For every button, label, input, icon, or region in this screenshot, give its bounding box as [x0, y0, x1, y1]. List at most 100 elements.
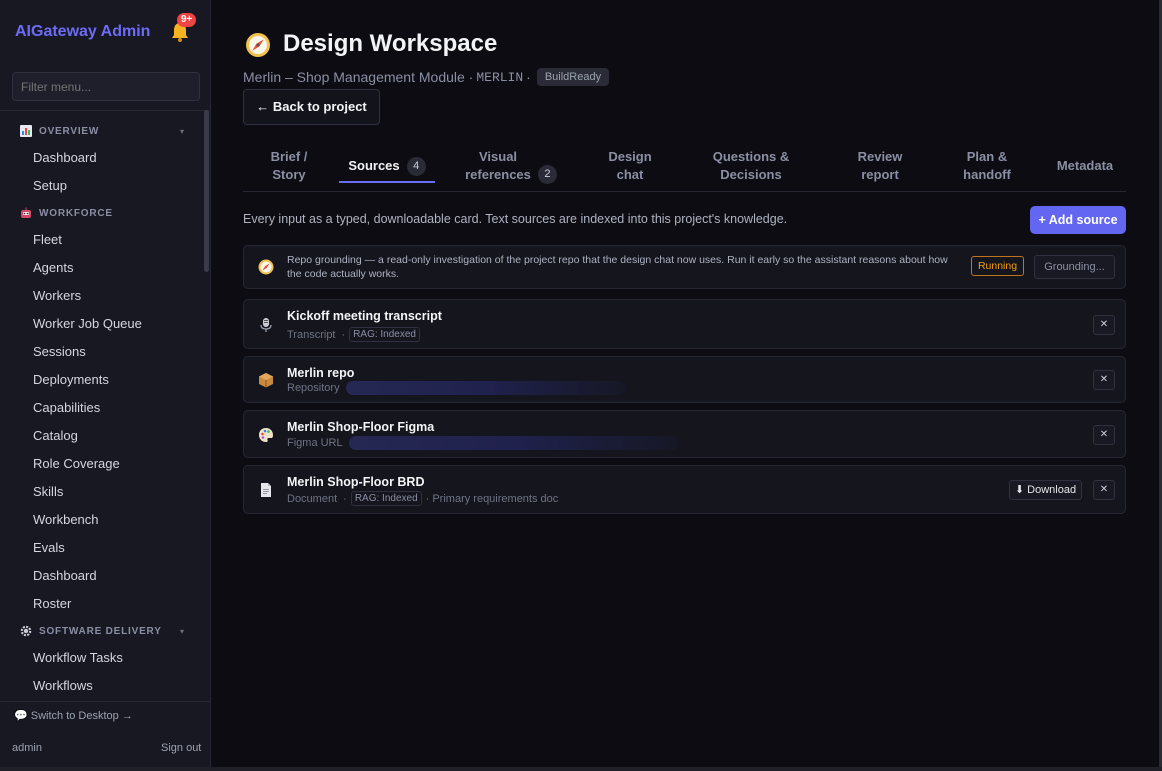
- source-card[interactable]: Kickoff meeting transcript Transcript · …: [243, 299, 1126, 349]
- nav-item-workflow-tasks[interactable]: Workflow Tasks: [0, 644, 203, 672]
- nav-item-fleet[interactable]: Fleet: [0, 226, 203, 254]
- source-type: Document: [287, 492, 338, 505]
- source-note: · Primary requirements doc: [425, 492, 559, 505]
- remove-source-button[interactable]: ✕: [1093, 425, 1115, 445]
- tab-label: Visual: [478, 149, 518, 164]
- sidebar-scrollbar[interactable]: [204, 110, 209, 272]
- download-button[interactable]: ⬇ Download: [1009, 480, 1082, 500]
- tab-label: report: [861, 167, 899, 182]
- nav-item-skills[interactable]: Skills: [0, 478, 203, 506]
- tab-label: references: [465, 167, 531, 182]
- remove-source-button[interactable]: ✕: [1093, 315, 1115, 335]
- nav-item-workbench[interactable]: Workbench: [0, 506, 203, 534]
- nav-item-worker-job-queue[interactable]: Worker Job Queue: [0, 310, 203, 338]
- tab-questions-decisions[interactable]: Questions & Decisions: [701, 140, 801, 192]
- status-badge: BuildReady: [536, 68, 610, 86]
- separator: ·: [341, 328, 346, 341]
- source-meta: Transcript · RAG: Indexed: [287, 327, 424, 342]
- switch-to-desktop-link[interactable]: 💬 Switch to Desktop →: [14, 709, 133, 722]
- nav-item-catalog[interactable]: Catalog: [0, 422, 203, 450]
- project-name: Merlin – Shop Management Module ·: [243, 69, 474, 85]
- microphone-icon: [260, 318, 272, 332]
- page-title: Design Workspace: [283, 30, 498, 57]
- source-type: Repository: [287, 382, 340, 394]
- window-border: [0, 767, 1162, 771]
- section-label: SOFTWARE DELIVERY: [39, 625, 162, 637]
- source-type: Transcript: [287, 328, 336, 341]
- remove-source-button[interactable]: ✕: [1093, 370, 1115, 390]
- tab-label: handoff: [963, 167, 1011, 182]
- tab-label: Design: [608, 149, 652, 164]
- nav-item-sessions[interactable]: Sessions: [0, 338, 203, 366]
- tab-label: Story: [272, 167, 306, 182]
- nav-item-workflows[interactable]: Workflows: [0, 672, 203, 698]
- sidebar: AIGateway Admin 9+ OVERVIEW ▾ Dashboard …: [0, 0, 211, 767]
- sidebar-nav: OVERVIEW ▾ Dashboard Setup WORKFORCE Fle…: [0, 118, 203, 698]
- grounding-button[interactable]: Grounding...: [1034, 255, 1115, 279]
- nav-item-dashboard[interactable]: Dashboard: [0, 144, 203, 172]
- section-software-delivery[interactable]: SOFTWARE DELIVERY ▾: [0, 618, 203, 644]
- tab-brief-story[interactable]: Brief / Story: [255, 140, 323, 192]
- nav-item-capabilities[interactable]: Capabilities: [0, 394, 203, 422]
- repo-grounding-card: Repo grounding — a read-only investigati…: [243, 245, 1126, 289]
- sign-out-link[interactable]: Sign out: [161, 742, 201, 754]
- current-user: admin: [12, 742, 42, 754]
- section-workforce[interactable]: WORKFORCE: [0, 200, 203, 226]
- source-title: Merlin Shop-Floor BRD: [287, 475, 425, 489]
- nav-item-agents[interactable]: Agents: [0, 254, 203, 282]
- source-title: Merlin Shop-Floor Figma: [287, 420, 435, 434]
- compass-icon: [246, 33, 270, 57]
- remove-source-button[interactable]: ✕: [1093, 480, 1115, 500]
- tab-design-chat[interactable]: Design chat: [595, 140, 665, 192]
- active-tab-indicator: [339, 181, 435, 183]
- robot-icon: [21, 207, 31, 218]
- source-title: Merlin repo: [287, 366, 355, 380]
- sources-description: Every input as a typed, downloadable car…: [243, 212, 788, 226]
- project-subtitle: Merlin – Shop Management Module · MERLIN…: [243, 68, 610, 86]
- filter-menu-input[interactable]: [12, 72, 200, 101]
- source-type: Figma URL: [287, 437, 343, 449]
- tab-label: Sources: [348, 158, 400, 173]
- source-card[interactable]: Merlin Shop-Floor BRD Document · RAG: In…: [243, 465, 1126, 514]
- tab-label: Metadata: [1056, 158, 1114, 173]
- nav-item-setup[interactable]: Setup: [0, 172, 203, 200]
- tab-visual-references[interactable]: Visual references 2: [461, 140, 561, 192]
- source-card[interactable]: Merlin repo Repository ✕: [243, 356, 1126, 403]
- source-title: Kickoff meeting transcript: [287, 309, 442, 323]
- document-icon: [261, 483, 271, 497]
- tab-count-badge: 2: [537, 165, 557, 184]
- running-status-badge: Running: [971, 256, 1024, 276]
- brand-title[interactable]: AIGateway Admin: [15, 23, 150, 41]
- nav-item-evals[interactable]: Evals: [0, 534, 203, 562]
- rag-indexed-badge: RAG: Indexed: [349, 327, 420, 342]
- back-to-project-button[interactable]: ← Back to project: [243, 89, 380, 125]
- tab-plan-handoff[interactable]: Plan & handoff: [949, 140, 1025, 192]
- section-label: OVERVIEW: [39, 125, 100, 137]
- section-overview[interactable]: OVERVIEW ▾: [0, 118, 203, 144]
- nav-item-deployments[interactable]: Deployments: [0, 366, 203, 394]
- tab-review-report[interactable]: Review report: [843, 140, 917, 192]
- separator: ·: [526, 69, 531, 85]
- source-meta: Document · RAG: Indexed · Primary requir…: [287, 491, 558, 506]
- tab-label: chat: [616, 167, 644, 182]
- source-card[interactable]: Merlin Shop-Floor Figma Figma URL ✕: [243, 410, 1126, 458]
- nav-item-workers[interactable]: Workers: [0, 282, 203, 310]
- add-source-button[interactable]: + Add source: [1030, 206, 1126, 234]
- tab-metadata[interactable]: Metadata: [1051, 140, 1119, 192]
- package-icon: [259, 373, 273, 388]
- source-meta: Figma URL: [287, 436, 679, 450]
- tab-label: Decisions: [720, 167, 782, 182]
- tab-sources[interactable]: Sources 4: [339, 140, 435, 192]
- notification-badge: 9+: [177, 13, 197, 27]
- nav-item-dashboard-2[interactable]: Dashboard: [0, 562, 203, 590]
- redacted-url: [345, 381, 626, 395]
- palette-icon: [259, 428, 273, 442]
- rag-indexed-badge: RAG: Indexed: [350, 491, 422, 506]
- chevron-down-icon[interactable]: ▾: [180, 127, 185, 136]
- divider: [0, 701, 210, 702]
- tab-bar: Brief / Story Sources 4 Visual references 2 …: [243, 140, 1126, 192]
- nav-item-roster[interactable]: Roster: [0, 590, 203, 618]
- tab-label: Plan &: [966, 149, 1008, 164]
- nav-item-role-coverage[interactable]: Role Coverage: [0, 450, 203, 478]
- chevron-down-icon[interactable]: ▾: [180, 627, 185, 636]
